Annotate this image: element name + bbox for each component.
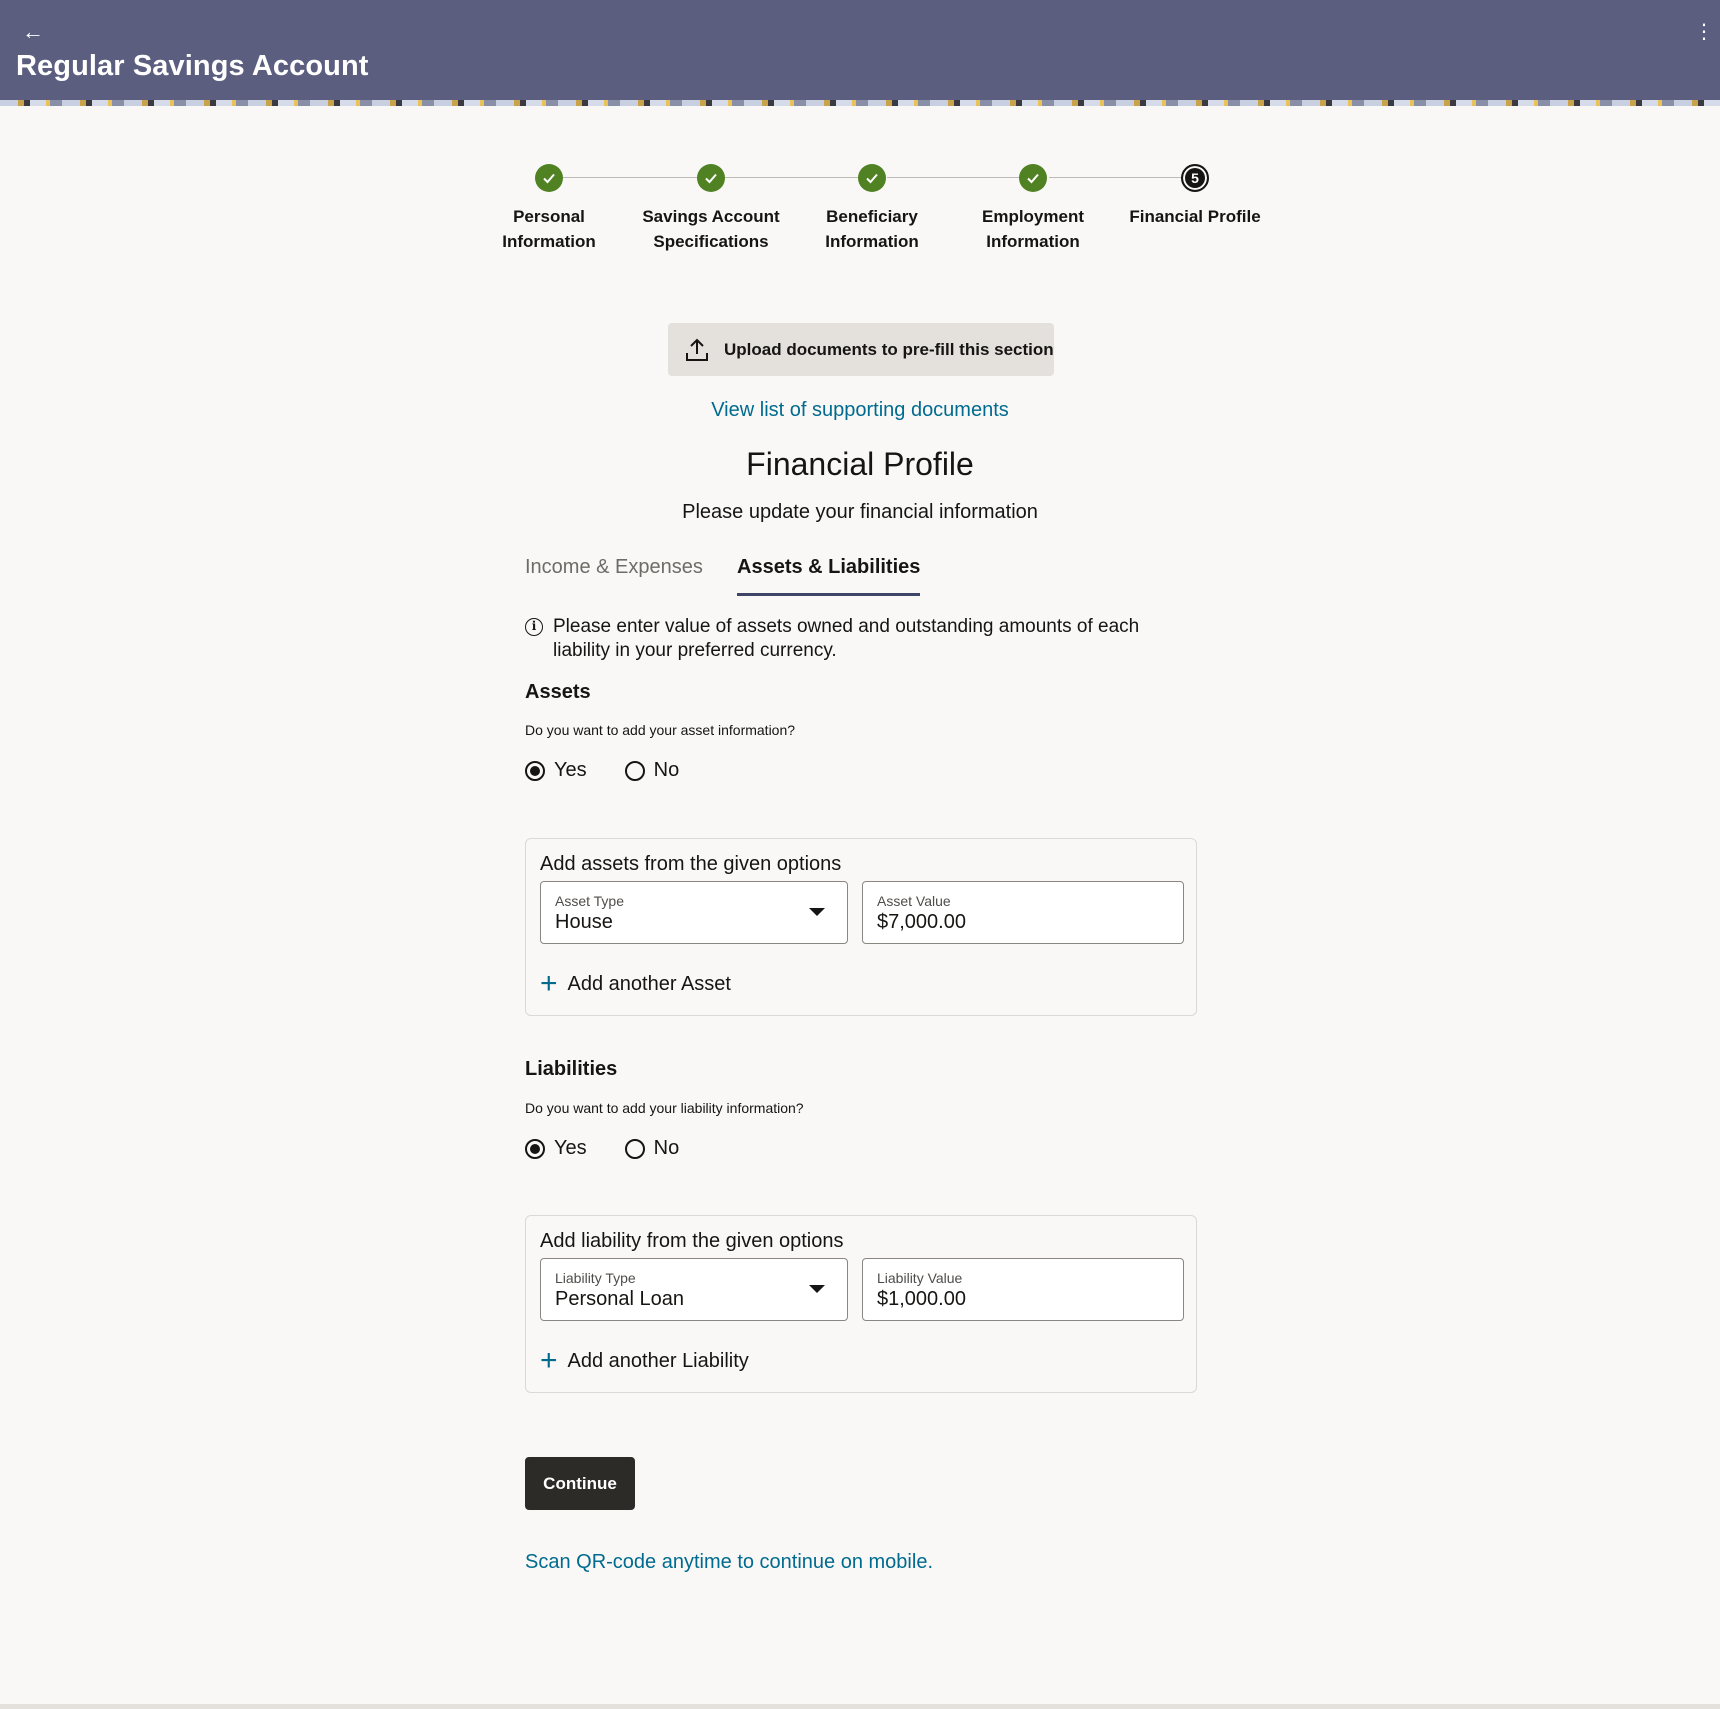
step-label: Personal — [513, 207, 585, 226]
upload-button-label: Upload documents to pre-fill this sectio… — [724, 339, 1054, 359]
checkmark-icon — [535, 164, 563, 192]
qr-code-link[interactable]: Scan QR-code anytime to continue on mobi… — [525, 1551, 933, 1574]
step-label: Information — [825, 232, 919, 251]
step-label: Savings Account — [642, 207, 780, 226]
checkmark-icon — [1019, 164, 1047, 192]
radio-label: No — [653, 759, 680, 781]
add-another-label: Add another Asset — [567, 972, 731, 995]
bottom-divider — [0, 1704, 1720, 1709]
assets-no-radio[interactable]: No — [624, 759, 680, 782]
radio-selected-icon — [525, 760, 545, 781]
field-value: House — [555, 911, 613, 933]
caret-down-icon — [809, 1285, 825, 1293]
info-text: Please enter value of assets owned and o… — [553, 616, 1140, 661]
step-beneficiary-information[interactable]: Beneficiary Information — [787, 164, 957, 254]
checkmark-icon — [858, 164, 886, 192]
field-value: $7,000.00 — [877, 911, 966, 933]
radio-label: Yes — [554, 1137, 587, 1159]
field-value: Personal Loan — [555, 1288, 684, 1310]
liabilities-radio-group: Yes No — [525, 1137, 717, 1160]
step-employment-information[interactable]: Employment Information — [948, 164, 1118, 254]
assets-card: Add assets from the given options Asset … — [525, 838, 1197, 1016]
asset-type-select[interactable]: Asset Type House — [540, 881, 848, 944]
liabilities-question: Do you want to add your liability inform… — [525, 1100, 804, 1116]
field-label: Liability Value — [877, 1270, 963, 1286]
add-another-liability-button[interactable]: + Add another Liability — [540, 1344, 749, 1377]
assets-card-title: Add assets from the given options — [540, 853, 842, 875]
radio-selected-icon — [525, 1138, 545, 1159]
assets-heading: Assets — [525, 681, 591, 703]
step-label: Specifications — [653, 232, 769, 251]
liability-value-input[interactable]: Liability Value $1,000.00 — [862, 1258, 1184, 1321]
step-number-badge: 5 — [1181, 164, 1209, 192]
supporting-documents-link[interactable]: View list of supporting documents — [0, 399, 1720, 422]
step-savings-account-specifications[interactable]: Savings Account Specifications — [626, 164, 796, 254]
header-decorative-strip — [0, 100, 1720, 106]
step-label: Employment — [981, 207, 1085, 226]
radio-unselected-icon — [624, 760, 645, 781]
plus-icon: + — [540, 1344, 558, 1377]
info-icon: i — [525, 618, 543, 636]
step-label: Information — [502, 232, 596, 251]
assets-radio-group: Yes No — [525, 759, 717, 782]
checkmark-icon — [697, 164, 725, 192]
step-personal-information[interactable]: Personal Information — [464, 164, 634, 254]
upload-documents-button[interactable]: Upload documents to pre-fill this sectio… — [668, 323, 1054, 376]
liabilities-card-title: Add liability from the given options — [540, 1230, 844, 1252]
continue-button[interactable]: Continue — [525, 1457, 635, 1510]
field-value: $1,000.00 — [877, 1288, 966, 1310]
tab-assets-liabilities[interactable]: Assets & Liabilities — [737, 556, 921, 596]
radio-unselected-icon — [624, 1138, 645, 1159]
field-label: Asset Value — [877, 893, 951, 909]
radio-label: No — [653, 1137, 680, 1159]
liabilities-card: Add liability from the given options Lia… — [525, 1215, 1197, 1393]
step-label: Beneficiary — [826, 207, 918, 226]
page-title: Regular Savings Account — [16, 50, 369, 82]
assets-question: Do you want to add your asset informatio… — [525, 722, 796, 738]
info-message: i Please enter value of assets owned and… — [525, 615, 1175, 663]
field-label: Liability Type — [555, 1270, 636, 1286]
back-arrow-icon[interactable]: ← — [22, 20, 46, 44]
liabilities-heading: Liabilities — [525, 1058, 618, 1080]
plus-icon: + — [540, 967, 558, 1000]
upload-icon — [686, 338, 708, 361]
kebab-menu-icon[interactable]: ⋮ — [1694, 20, 1714, 44]
step-financial-profile[interactable]: 5 Financial Profile — [1110, 164, 1280, 229]
tab-income-expenses[interactable]: Income & Expenses — [525, 556, 703, 593]
caret-down-icon — [809, 908, 825, 916]
step-label: Information — [986, 232, 1080, 251]
app-header: ← Regular Savings Account ⋮ — [0, 0, 1720, 106]
step-label: Financial Profile — [1129, 207, 1261, 226]
liability-type-select[interactable]: Liability Type Personal Loan — [540, 1258, 848, 1321]
liabilities-yes-radio[interactable]: Yes — [525, 1137, 587, 1160]
field-label: Asset Type — [555, 893, 625, 909]
assets-yes-radio[interactable]: Yes — [525, 759, 587, 782]
add-another-asset-button[interactable]: + Add another Asset — [540, 967, 731, 1000]
section-subtitle: Please update your financial information — [682, 501, 1038, 523]
liabilities-no-radio[interactable]: No — [624, 1137, 680, 1160]
section-title: Financial Profile — [746, 446, 974, 482]
radio-label: Yes — [554, 759, 587, 781]
asset-value-input[interactable]: Asset Value $7,000.00 — [862, 881, 1184, 944]
add-another-label: Add another Liability — [567, 1349, 749, 1372]
